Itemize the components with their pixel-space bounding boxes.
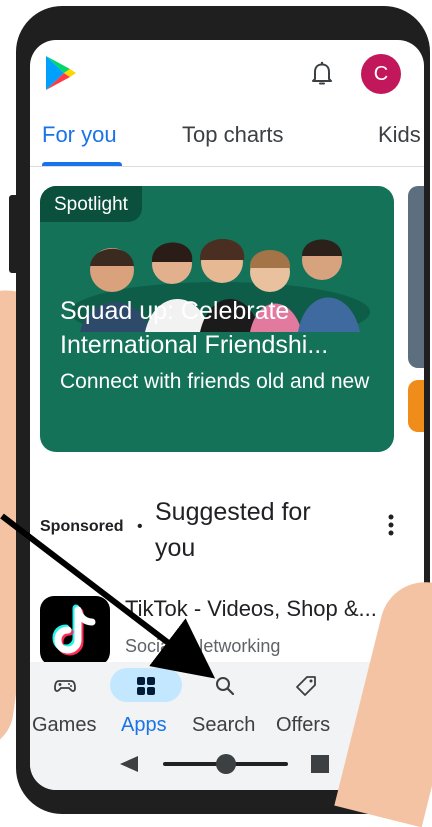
nav-apps[interactable]	[106, 670, 186, 698]
back-icon[interactable]	[120, 756, 138, 772]
spotlight-title: Squad up: Celebrate International Friend…	[60, 297, 329, 359]
next-card-peek[interactable]	[408, 186, 424, 368]
tab-bar: For you Top charts Kids	[30, 112, 424, 167]
tab-for-you[interactable]: For you	[42, 122, 117, 148]
tiktok-logo-icon	[52, 604, 96, 656]
spotlight-subtitle: Connect with friends old and new	[60, 370, 370, 393]
bell-icon[interactable]	[310, 60, 334, 86]
nav-label-offers: Offers	[276, 714, 331, 736]
tab-top-charts[interactable]: Top charts	[182, 122, 284, 148]
tag-icon	[296, 676, 316, 696]
recents-icon[interactable]	[311, 755, 329, 773]
top-app-bar: C	[30, 40, 424, 110]
tab-kids[interactable]: Kids	[378, 122, 421, 148]
tiktok-app-icon[interactable]	[40, 596, 110, 666]
separator-dot: •	[137, 518, 143, 535]
nav-label-games: Games	[32, 714, 97, 736]
nav-label-search: Search	[192, 714, 256, 736]
spotlight-card[interactable]: Spotlight Squad up: Celebrate Internatio…	[40, 186, 394, 452]
sponsored-label: Sponsored	[40, 518, 124, 535]
app-name[interactable]: TikTok - Videos, Shop &...	[125, 596, 377, 622]
nav-games[interactable]	[30, 670, 105, 698]
apps-grid-icon	[137, 677, 155, 695]
spotlight-badge: Spotlight	[40, 186, 142, 222]
next-card-button-peek[interactable]	[408, 380, 424, 432]
phone-screen: C For you Top charts Kids Spotlight Squa…	[30, 40, 424, 790]
nav-label-apps: Apps	[121, 714, 167, 736]
section-title: Suggested for you	[155, 498, 311, 562]
app-category: Social • Networking	[125, 636, 281, 656]
nav-search[interactable]	[185, 670, 265, 698]
nav-offers[interactable]	[266, 670, 346, 698]
account-avatar[interactable]: C	[361, 54, 401, 94]
play-store-logo[interactable]	[42, 54, 78, 92]
search-icon	[216, 677, 235, 696]
gamepad-icon	[54, 680, 76, 692]
active-tab-indicator	[42, 162, 122, 166]
more-options-icon[interactable]	[376, 510, 406, 540]
home-icon[interactable]	[216, 754, 236, 774]
